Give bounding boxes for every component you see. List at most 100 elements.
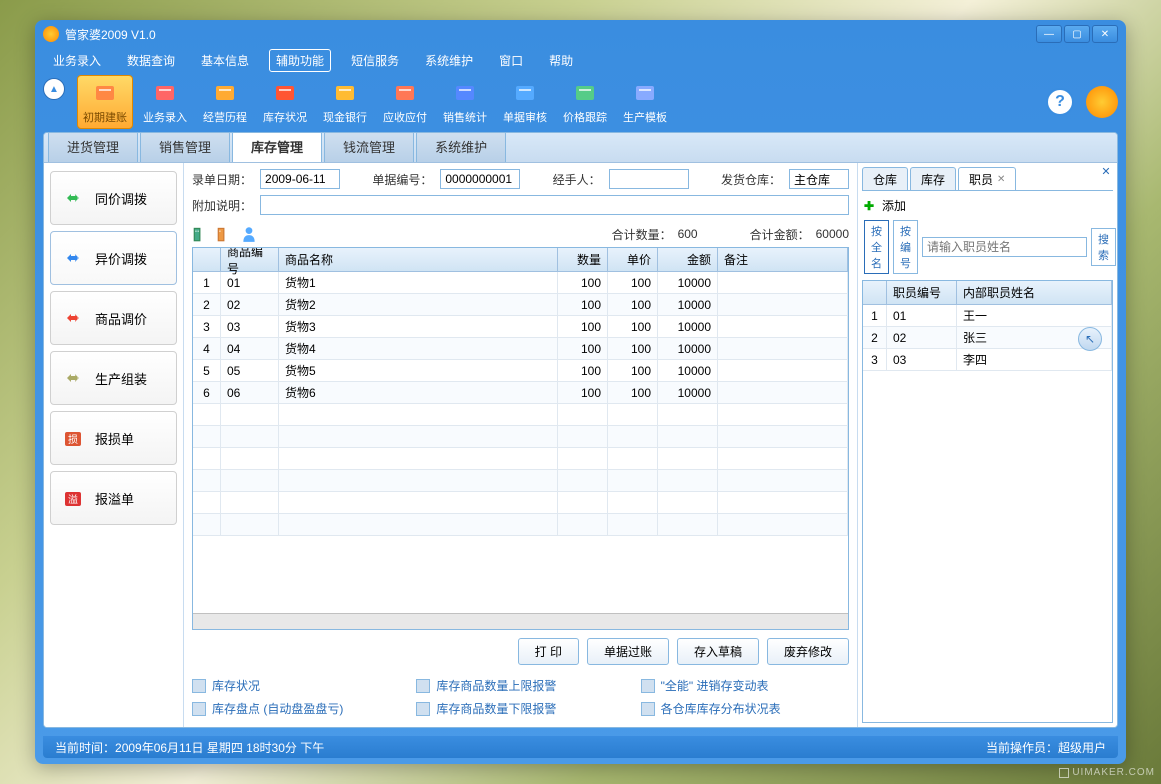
link-item[interactable]: 库存商品数量下限报警 [416,700,624,717]
link-item[interactable]: 库存状况 [192,677,400,694]
menu-短信服务[interactable]: 短信服务 [345,50,405,71]
table-row-empty[interactable] [193,448,848,470]
handler-input[interactable] [609,169,689,189]
ribbon-初期建账[interactable]: 初期建账 [77,75,133,129]
handler-label: 经手人： [553,171,601,188]
action-单据过账[interactable]: 单据过账 [587,638,669,665]
right-header-code[interactable]: 职员编号 [887,281,957,304]
docno-input[interactable] [440,169,520,189]
sidebar-生产组装[interactable]: 生产组装 [50,351,177,405]
building1-icon[interactable] [192,225,210,243]
menu-数据查询[interactable]: 数据查询 [121,50,181,71]
table-row[interactable]: 505货物510010010000 [193,360,848,382]
table-row-empty[interactable] [193,492,848,514]
ribbon-价格跟踪[interactable]: 价格跟踪 [557,75,613,129]
action-打印[interactable]: 打 印 [518,638,579,665]
ribbon-经营历程[interactable]: 经营历程 [197,75,253,129]
link-item[interactable]: 库存商品数量上限报警 [416,677,624,694]
right-table-row[interactable]: 303李四 [863,349,1112,371]
right-tab-库存[interactable]: 库存 [910,167,956,190]
table-row[interactable]: 404货物410010010000 [193,338,848,360]
table-row[interactable]: 606货物610010010000 [193,382,848,404]
ribbon-单据审核[interactable]: 单据审核 [497,75,553,129]
table-row-empty[interactable] [193,404,848,426]
main-tab-钱流管理[interactable]: 钱流管理 [324,132,414,162]
ribbon-生产模板[interactable]: 生产模板 [617,75,673,129]
sidebar-报溢单[interactable]: 溢报溢单 [50,471,177,525]
ribbon-业务录入[interactable]: 业务录入 [137,75,193,129]
grid-header-code[interactable]: 商品编号 [221,248,279,271]
sidebar-同价调拨[interactable]: 同价调拨 [50,171,177,225]
filter-row: 按全名 按编号 搜索 [862,220,1113,280]
link-icon [192,702,206,716]
tab-close-icon[interactable]: ✕ [997,174,1005,185]
ribbon-库存状况[interactable]: 库存状况 [257,75,313,129]
person-icon[interactable] [240,225,258,243]
statusbar: 当前时间： 2009年06月11日 星期四 18时30分 下午 当前操作员： 超… [43,736,1118,758]
help-icon[interactable]: ? [1046,88,1074,116]
table-row[interactable]: 202货物210010010000 [193,294,848,316]
link-item[interactable]: 各仓库库存分布状况表 [641,700,849,717]
main-tab-系统维护[interactable]: 系统维护 [416,132,506,162]
close-button[interactable]: ✕ [1092,25,1118,43]
menu-系统维护[interactable]: 系统维护 [419,50,479,71]
action-废弃修改[interactable]: 废弃修改 [767,638,849,665]
search-button[interactable]: 搜索 [1091,228,1116,266]
note-input[interactable] [260,195,849,215]
grid-body[interactable]: 101货物110010010000202货物210010010000303货物3… [193,272,848,613]
grid-header-note[interactable]: 备注 [718,248,848,271]
table-row-empty[interactable] [193,426,848,448]
grid-header-idx[interactable] [193,248,221,271]
right-table-row[interactable]: 202张三 [863,327,1112,349]
menu-基本信息[interactable]: 基本信息 [195,50,255,71]
grid-header-price[interactable]: 单价 [608,248,658,271]
link-item[interactable]: 库存盘点 (自动盘盈盘亏) [192,700,400,717]
right-tab-仓库[interactable]: 仓库 [862,167,908,190]
action-存入草稿[interactable]: 存入草稿 [677,638,759,665]
table-row[interactable]: 303货物310010010000 [193,316,848,338]
sidebar-异价调拨[interactable]: 异价调拨 [50,231,177,285]
right-header-idx[interactable] [863,281,887,304]
watermark-icon [1059,768,1069,778]
panel-close-icon[interactable]: ✕ [1099,165,1113,179]
right-header-name[interactable]: 内部职员姓名 [957,281,1112,304]
grid-header-name[interactable]: 商品名称 [279,248,558,271]
menu-窗口[interactable]: 窗口 [493,50,529,71]
ribbon-icon [211,79,239,107]
table-row[interactable]: 101货物110010010000 [193,272,848,294]
total-amt-label: 合计金额： [750,226,810,243]
right-table-row[interactable]: 101王一 [863,305,1112,327]
filter-fullname-button[interactable]: 按全名 [864,220,889,274]
search-input[interactable] [922,237,1087,257]
grid-header-qty[interactable]: 数量 [558,248,608,271]
warehouse-input[interactable] [789,169,849,189]
menu-辅助功能[interactable]: 辅助功能 [269,49,331,72]
link-item[interactable]: "全能" 进销存变动表 [641,677,849,694]
minimize-button[interactable]: — [1036,25,1062,43]
right-grid-body[interactable]: 101王一202张三303李四 [863,305,1112,722]
main-tab-库存管理[interactable]: 库存管理 [232,132,322,162]
table-row-empty[interactable] [193,514,848,536]
menu-帮助[interactable]: 帮助 [543,50,579,71]
date-input[interactable] [260,169,340,189]
maximize-button[interactable]: ▢ [1064,25,1090,43]
main-tab-进货管理[interactable]: 进货管理 [48,132,138,162]
sidebar-商品调价[interactable]: 商品调价 [50,291,177,345]
ribbon-现金银行[interactable]: 现金银行 [317,75,373,129]
ribbon-应收应付[interactable]: 应收应付 [377,75,433,129]
sidebar-报损单[interactable]: 损报损单 [50,411,177,465]
add-button[interactable]: ✚ 添加 [864,197,906,214]
grid-hscrollbar[interactable] [193,613,848,629]
grid-header-amt[interactable]: 金额 [658,248,718,271]
ribbon-icon [451,79,479,107]
back-arrow-icon[interactable]: ↖ [1078,327,1102,351]
titlebar[interactable]: 管家婆2009 V1.0 — ▢ ✕ [35,20,1126,48]
main-tab-销售管理[interactable]: 销售管理 [140,132,230,162]
right-tab-职员[interactable]: 职员✕ [958,167,1016,190]
ribbon-toggle-icon[interactable]: ▲ [43,78,65,100]
menu-业务录入[interactable]: 业务录入 [47,50,107,71]
filter-code-button[interactable]: 按编号 [893,220,918,274]
table-row-empty[interactable] [193,470,848,492]
ribbon-销售统计[interactable]: 销售统计 [437,75,493,129]
building2-icon[interactable] [216,225,234,243]
